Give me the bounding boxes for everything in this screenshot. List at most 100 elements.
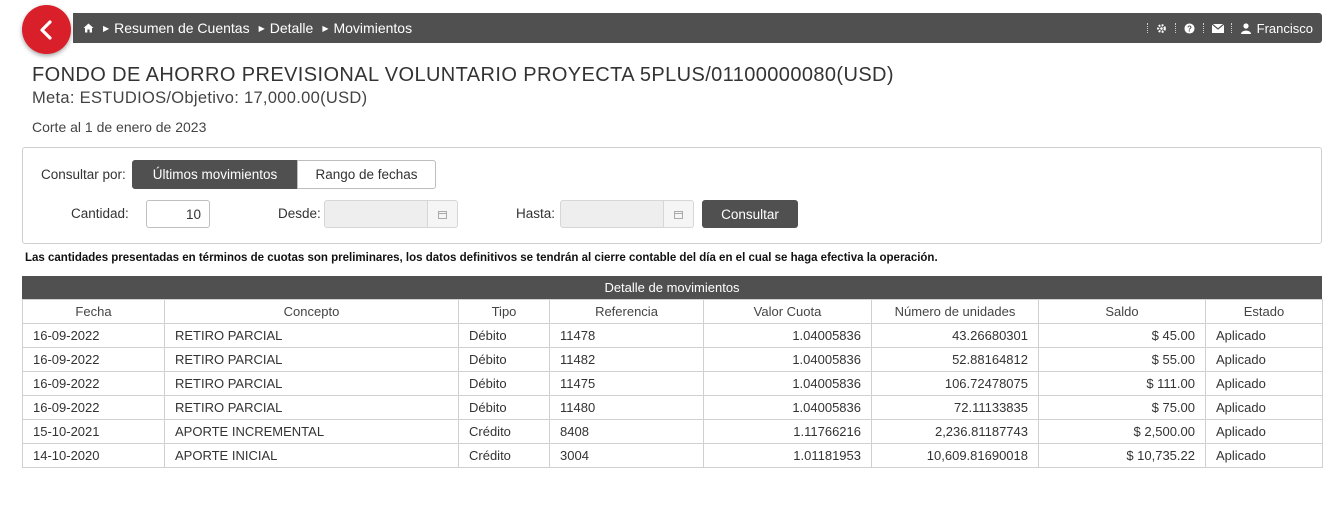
cell-numero-unidades: 43.26680301 [871,323,1039,348]
movements-table: Fecha Concepto Tipo Referencia Valor Cuo… [22,299,1323,468]
column-header-tipo[interactable]: Tipo [458,299,550,324]
cell-saldo: $ 55.00 [1038,347,1206,372]
cell-fecha: 15-10-2021 [22,419,165,444]
envelope-icon[interactable] [1211,22,1224,34]
column-header-referencia[interactable]: Referencia [549,299,704,324]
column-header-concepto[interactable]: Concepto [164,299,459,324]
back-button[interactable] [22,5,71,54]
cell-tipo: Débito [458,347,550,372]
table-row: 16-09-2022 RETIRO PARCIAL Débito 11482 1… [22,347,1323,372]
consultar-por-label: Consultar por: [41,167,126,182]
calendar-icon [438,210,447,219]
cell-tipo: Débito [458,371,550,396]
cantidad-input[interactable] [146,200,210,228]
cell-saldo: $ 2,500.00 [1038,419,1206,444]
table-header-row: Fecha Concepto Tipo Referencia Valor Cuo… [22,299,1323,324]
top-navigation-bar: ▶ Resumen de Cuentas ▶ Detalle ▶ Movimie… [73,13,1322,43]
hasta-label: Hasta: [516,206,556,221]
filter-panel: Consultar por: Últimos movimientos Rango… [22,147,1322,244]
cell-valor-cuota: 1.04005836 [703,371,872,396]
cell-concepto: APORTE INICIAL [164,443,459,468]
chevron-left-icon [39,19,52,40]
cell-estado: Aplicado [1205,395,1323,420]
divider [1230,23,1233,33]
breadcrumb: ▶ Resumen de Cuentas ▶ Detalle ▶ Movimie… [73,20,412,36]
cell-concepto: RETIRO PARCIAL [164,323,459,348]
cell-numero-unidades: 72.11133835 [871,395,1039,420]
svg-text:?: ? [1187,24,1192,33]
user-icon[interactable] [1240,22,1252,34]
divider [1174,23,1177,33]
cell-tipo: Débito [458,323,550,348]
cell-saldo: $ 111.00 [1038,371,1206,396]
question-icon[interactable]: ? [1184,22,1196,34]
cell-referencia: 11475 [549,371,704,396]
hasta-calendar-button[interactable] [664,200,694,228]
page-subtitle: Meta: ESTUDIOS/Objetivo: 17,000.00(USD) [32,89,368,107]
cell-numero-unidades: 52.88164812 [871,347,1039,372]
gear-icon[interactable] [1156,22,1168,34]
breadcrumb-separator-icon: ▶ [322,23,329,33]
divider [1202,23,1205,33]
breadcrumb-separator-icon: ▶ [258,23,265,33]
cutoff-date: Corte al 1 de enero de 2023 [32,119,207,135]
cell-saldo: $ 75.00 [1038,395,1206,420]
movements-table-container: Detalle de movimientos Fecha Concepto Ti… [22,276,1323,468]
cell-referencia: 3004 [549,443,704,468]
table-row: 15-10-2021 APORTE INCREMENTAL Crédito 84… [22,419,1323,444]
table-row: 16-09-2022 RETIRO PARCIAL Débito 11480 1… [22,395,1323,420]
table-row: 16-09-2022 RETIRO PARCIAL Débito 11478 1… [22,323,1323,348]
cell-numero-unidades: 10,609.81690018 [871,443,1039,468]
cell-saldo: $ 10,735.22 [1038,443,1206,468]
user-name[interactable]: Francisco [1257,21,1313,36]
cell-tipo: Débito [458,395,550,420]
cell-referencia: 11482 [549,347,704,372]
cell-concepto: APORTE INCREMENTAL [164,419,459,444]
cell-tipo: Crédito [458,419,550,444]
consultar-button[interactable]: Consultar [702,200,798,228]
home-icon[interactable] [83,23,94,33]
cell-valor-cuota: 1.01181953 [703,443,872,468]
cell-estado: Aplicado [1205,323,1323,348]
column-header-fecha[interactable]: Fecha [22,299,165,324]
column-header-estado[interactable]: Estado [1205,299,1323,324]
desde-label: Desde: [278,206,321,221]
tab-ultimos-movimientos[interactable]: Últimos movimientos [132,160,298,189]
breadcrumb-item-movimientos: Movimientos [333,20,413,36]
cell-valor-cuota: 1.04005836 [703,323,872,348]
cell-concepto: RETIRO PARCIAL [164,347,459,372]
column-header-saldo[interactable]: Saldo [1038,299,1206,324]
tab-rango-de-fechas[interactable]: Rango de fechas [297,160,436,189]
cell-valor-cuota: 1.11766216 [703,419,872,444]
cell-saldo: $ 45.00 [1038,323,1206,348]
cell-numero-unidades: 106.72478075 [871,371,1039,396]
cell-estado: Aplicado [1205,419,1323,444]
table-row: 16-09-2022 RETIRO PARCIAL Débito 11475 1… [22,371,1323,396]
cell-fecha: 16-09-2022 [22,395,165,420]
topbar-actions: ? Francisco [1143,21,1322,36]
cantidad-label: Cantidad: [71,206,129,221]
cell-tipo: Crédito [458,443,550,468]
cell-referencia: 11478 [549,323,704,348]
preliminary-notice: Las cantidades presentadas en términos d… [25,252,938,264]
cell-referencia: 11480 [549,395,704,420]
cell-fecha: 16-09-2022 [22,347,165,372]
column-header-valor-cuota[interactable]: Valor Cuota [703,299,872,324]
cell-referencia: 8408 [549,419,704,444]
cell-numero-unidades: 2,236.81187743 [871,419,1039,444]
cell-estado: Aplicado [1205,371,1323,396]
cell-estado: Aplicado [1205,347,1323,372]
breadcrumb-item-detalle[interactable]: Detalle [270,20,314,36]
divider [1146,23,1149,33]
cell-concepto: RETIRO PARCIAL [164,395,459,420]
breadcrumb-item-resumen[interactable]: Resumen de Cuentas [114,20,249,36]
column-header-numero-unidades[interactable]: Número de unidades [871,299,1039,324]
desde-date-input[interactable] [324,200,428,228]
desde-calendar-button[interactable] [428,200,458,228]
cell-estado: Aplicado [1205,443,1323,468]
cell-valor-cuota: 1.04005836 [703,347,872,372]
cell-fecha: 16-09-2022 [22,371,165,396]
hasta-date-input[interactable] [560,200,664,228]
table-caption: Detalle de movimientos [22,276,1322,299]
cell-concepto: RETIRO PARCIAL [164,371,459,396]
